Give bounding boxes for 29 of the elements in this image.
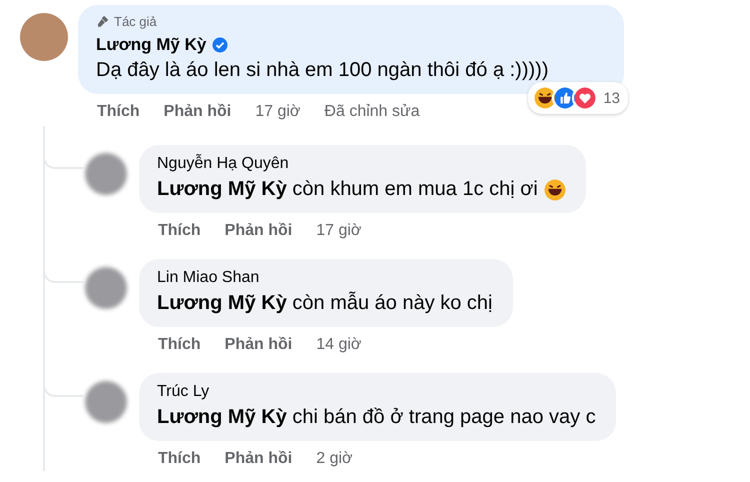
reactions-pill[interactable]: 13 bbox=[528, 82, 628, 114]
reply-text: Lương Mỹ Kỳ chi bán đồ ở trang page nao vay c bbox=[157, 406, 596, 429]
reply-text: Lương Mỹ Kỳ còn khum em mua 1c chị ơi bbox=[157, 178, 538, 201]
timestamp[interactable]: 17 giờ bbox=[316, 222, 362, 240]
reply-text: Lương Mỹ Kỳ còn mẫu áo này ko chị bbox=[157, 292, 493, 315]
author-name[interactable]: Lin Miao Shan bbox=[157, 269, 493, 287]
action-link[interactable]: Thích bbox=[158, 450, 201, 468]
action-link[interactable]: Phản hồi bbox=[224, 336, 292, 354]
comment-text: Dạ đây là áo len si nhà em 100 ngàn thôi đó ạ :))))) bbox=[96, 59, 550, 82]
action-link[interactable]: Thích bbox=[158, 222, 201, 240]
avatar-photo[interactable] bbox=[20, 13, 68, 61]
action-link[interactable]: Thích bbox=[158, 336, 201, 354]
heart-icon bbox=[572, 85, 598, 111]
timestamp[interactable]: 14 giờ bbox=[316, 336, 362, 354]
action-link[interactable]: Phản hồi bbox=[224, 222, 292, 240]
avatar-placeholder[interactable] bbox=[85, 381, 127, 423]
avatar-placeholder[interactable] bbox=[85, 153, 127, 195]
action-link[interactable]: Thích bbox=[97, 103, 140, 121]
author-name[interactable]: Trúc Ly bbox=[157, 383, 596, 401]
avatar-placeholder[interactable] bbox=[85, 267, 127, 309]
author-name[interactable]: Lương Mỹ Kỳ bbox=[96, 35, 206, 55]
action-link[interactable]: Phản hồi bbox=[224, 450, 292, 468]
author-label: Tác giả bbox=[114, 14, 157, 29]
timestamp[interactable]: 2 giờ bbox=[316, 450, 353, 468]
edited-label: Đã chỉnh sửa bbox=[324, 103, 420, 121]
timestamp[interactable]: 17 giờ bbox=[255, 103, 300, 121]
reaction-count: 13 bbox=[603, 90, 620, 106]
action-link[interactable]: Phản hồi bbox=[164, 103, 232, 121]
author-name[interactable]: Nguyễn Hạ Quyên bbox=[157, 155, 566, 173]
